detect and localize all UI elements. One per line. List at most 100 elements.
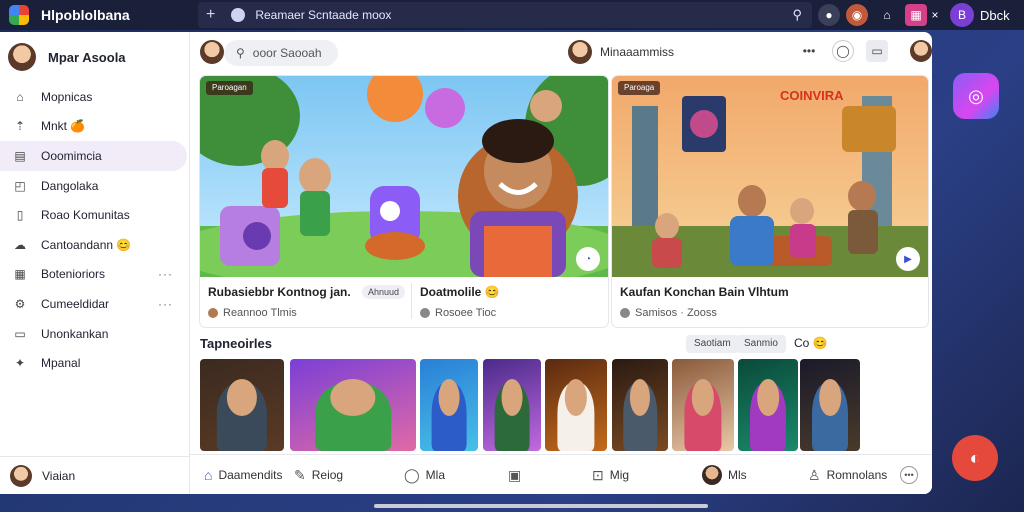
avatar bbox=[10, 464, 32, 487]
avatar bbox=[8, 43, 36, 71]
shield-icon[interactable]: ● bbox=[818, 4, 840, 26]
sidebar-item[interactable]: ▤ Ooomimcia bbox=[0, 141, 187, 171]
tab-label: Mig bbox=[609, 468, 630, 482]
main-content: ⚲ ooor Saooah Minaaammiss ••• ◯ ▭ Paroag… bbox=[190, 32, 932, 494]
sidebar-nav: ⌂ Mopnicas ⇡ Mnkt 🍊 ▤ Ooomimcia ◰ Dangolaka ▯ Roa… bbox=[0, 82, 189, 378]
book-button[interactable]: B Dbck bbox=[950, 3, 1010, 27]
close-icon[interactable]: × bbox=[924, 4, 946, 26]
channel-info[interactable]: Minaaammiss bbox=[568, 40, 674, 64]
sidebar-item[interactable]: ▯ Roao Komunitas bbox=[0, 200, 189, 230]
video-thumbnail-tile[interactable] bbox=[800, 359, 860, 451]
content-header: ⚲ ooor Saooah Minaaammiss ••• ◯ ▭ bbox=[190, 32, 932, 72]
sidebar-item[interactable]: ✦ Mpanal bbox=[0, 348, 189, 378]
tab-comments[interactable]: ◯ Mla bbox=[404, 455, 445, 494]
sidebar-item-label: Cantoandann 😊 bbox=[41, 237, 132, 252]
sidebar-item-label: Mnkt 🍊 bbox=[41, 119, 86, 134]
video-thumbnail-tile[interactable] bbox=[290, 359, 416, 451]
sidebar-item[interactable]: ▦ Botenioriors ··· bbox=[0, 260, 189, 290]
user-icon[interactable]: ◯ bbox=[832, 40, 854, 62]
play-icon[interactable]: ▶ bbox=[896, 247, 920, 271]
tab-profile[interactable]: Mls bbox=[702, 455, 747, 494]
video-thumbnail-tile[interactable] bbox=[483, 359, 541, 451]
avatar[interactable] bbox=[200, 40, 224, 64]
address-bar[interactable]: + Reamaer Scntaade moox ⚲ bbox=[198, 2, 812, 28]
card-time: Rosoee Tioc bbox=[435, 307, 497, 319]
thumbnail-face bbox=[501, 379, 523, 417]
tab-people[interactable]: ♙ Romnolans bbox=[808, 455, 887, 494]
sidebar-item[interactable]: ☁ Cantoandann 😊 bbox=[0, 230, 189, 260]
card-subtitle-secondary: Rosoee Tioc bbox=[420, 307, 496, 319]
home-icon[interactable]: ⌂ bbox=[876, 4, 898, 26]
library-icon: ◰ bbox=[14, 178, 26, 193]
book-avatar-icon: B bbox=[950, 3, 974, 27]
avatar bbox=[568, 40, 592, 64]
filter-chip[interactable]: Sanmio bbox=[736, 335, 786, 353]
sidebar-item[interactable]: ⇡ Mnkt 🍊 bbox=[0, 112, 189, 142]
address-url[interactable]: Reamaer Scntaade moox bbox=[255, 8, 391, 22]
card-title: Rubasiebbr Kontnog jan. bbox=[208, 285, 351, 299]
video-card[interactable]: Paroagan ◔ Rubasiebbr Kontnog jan. Ahnuu… bbox=[200, 76, 608, 327]
people-icon: ♙ bbox=[808, 466, 821, 483]
thumbnail-face bbox=[629, 379, 651, 417]
video-thumbnail-tile[interactable] bbox=[420, 359, 478, 451]
tab-label: Mla bbox=[425, 468, 446, 482]
tab-home[interactable]: ⌂ Daamendits bbox=[204, 455, 283, 494]
profile-avatar-icon[interactable]: ◉ bbox=[846, 4, 868, 26]
video-thumbnail: COINVIRA bbox=[612, 76, 928, 277]
sidebar-item[interactable]: ▭ Unonkankan bbox=[0, 319, 189, 349]
tab-square[interactable]: ▣ bbox=[508, 455, 527, 494]
avatar[interactable] bbox=[910, 40, 932, 62]
tab-explore[interactable]: ✎ Reiog bbox=[294, 455, 343, 494]
system-topbar: Hlpoblolbana + Reamaer Scntaade moox ⚲ ●… bbox=[0, 0, 1024, 30]
sidebar-footer[interactable]: Viaian bbox=[0, 456, 190, 494]
app-title: Hlpoblolbana bbox=[41, 7, 130, 23]
help-icon: ✦ bbox=[14, 356, 26, 371]
card-channel: Reannoo Tlmis bbox=[223, 307, 297, 319]
video-thumbnail-tile[interactable] bbox=[738, 359, 798, 451]
card-meta: Kaufan Konchan Bain Vlhtum Samisos · Zoo… bbox=[612, 277, 928, 327]
avatar bbox=[702, 465, 722, 485]
record-button[interactable]: ◐ bbox=[952, 435, 998, 481]
sidebar: Mpar Asoola ⌂ Mopnicas ⇡ Mnkt 🍊 ▤ Ooomimcia ◰ D… bbox=[0, 32, 190, 494]
chat-icon: ☁ bbox=[14, 237, 26, 252]
card-title: Kaufan Konchan Bain Vlhtum bbox=[620, 285, 789, 299]
clock-icon bbox=[420, 308, 430, 318]
tab-label: Romnolans bbox=[826, 468, 888, 482]
sidebar-item-label: Ooomimcia bbox=[41, 148, 102, 163]
book-label: Dbck bbox=[980, 7, 1010, 23]
sidebar-item[interactable]: ⚙ Cumeeldidar ··· bbox=[0, 289, 189, 319]
site-favicon-icon bbox=[231, 8, 246, 22]
filter-chip[interactable]: Co 😊 bbox=[794, 336, 828, 350]
more-options-icon[interactable]: ••• bbox=[798, 40, 820, 62]
assistant-icon: ◎ bbox=[968, 85, 984, 106]
sidebar-profile[interactable]: Mpar Asoola bbox=[0, 32, 189, 82]
tab-more[interactable]: ••• bbox=[900, 455, 924, 494]
play-icon[interactable]: ◔ bbox=[576, 247, 600, 271]
search-input[interactable]: ⚲ ooor Saooah bbox=[224, 40, 338, 66]
channel-avatar-icon bbox=[208, 308, 218, 318]
sidebar-item[interactable]: ◰ Dangolaka bbox=[0, 171, 189, 201]
video-thumbnail-tile[interactable] bbox=[672, 359, 734, 451]
sidebar-item[interactable]: ⌂ Mopnicas bbox=[0, 82, 189, 112]
sidebar-item-label: Unonkankan bbox=[41, 326, 109, 341]
new-tab-icon[interactable]: + bbox=[206, 6, 215, 24]
assistant-button[interactable]: ◎ bbox=[953, 73, 999, 119]
tab-label: Daamendits bbox=[218, 468, 283, 482]
filter-chip[interactable]: Saotiam bbox=[686, 335, 739, 353]
video-thumbnail-tile[interactable] bbox=[200, 359, 284, 451]
subscriptions-icon: ▤ bbox=[14, 148, 26, 163]
thumbnail-face bbox=[757, 379, 779, 417]
app-window: Mpar Asoola ⌂ Mopnicas ⇡ Mnkt 🍊 ▤ Ooomimcia ◰ D… bbox=[0, 32, 932, 494]
tab-gallery[interactable]: ⊡ Mig bbox=[592, 455, 629, 494]
sidebar-item-label: Dangolaka bbox=[41, 178, 99, 193]
cast-icon[interactable]: ▭ bbox=[866, 40, 888, 62]
more-options-icon[interactable]: ··· bbox=[158, 267, 173, 281]
video-thumbnail-tile[interactable] bbox=[545, 359, 607, 451]
search-icon[interactable]: ⚲ bbox=[792, 7, 802, 23]
video-card[interactable]: COINVIRA Paroaga ▶ Kaufan Konchan Bain V… bbox=[612, 76, 928, 327]
video-thumbnail-tile[interactable] bbox=[612, 359, 668, 451]
home-indicator[interactable] bbox=[374, 504, 708, 508]
community-icon: ▯ bbox=[16, 208, 24, 223]
card-chip[interactable]: Ahnuud bbox=[362, 285, 406, 299]
more-options-icon[interactable]: ··· bbox=[158, 297, 173, 311]
